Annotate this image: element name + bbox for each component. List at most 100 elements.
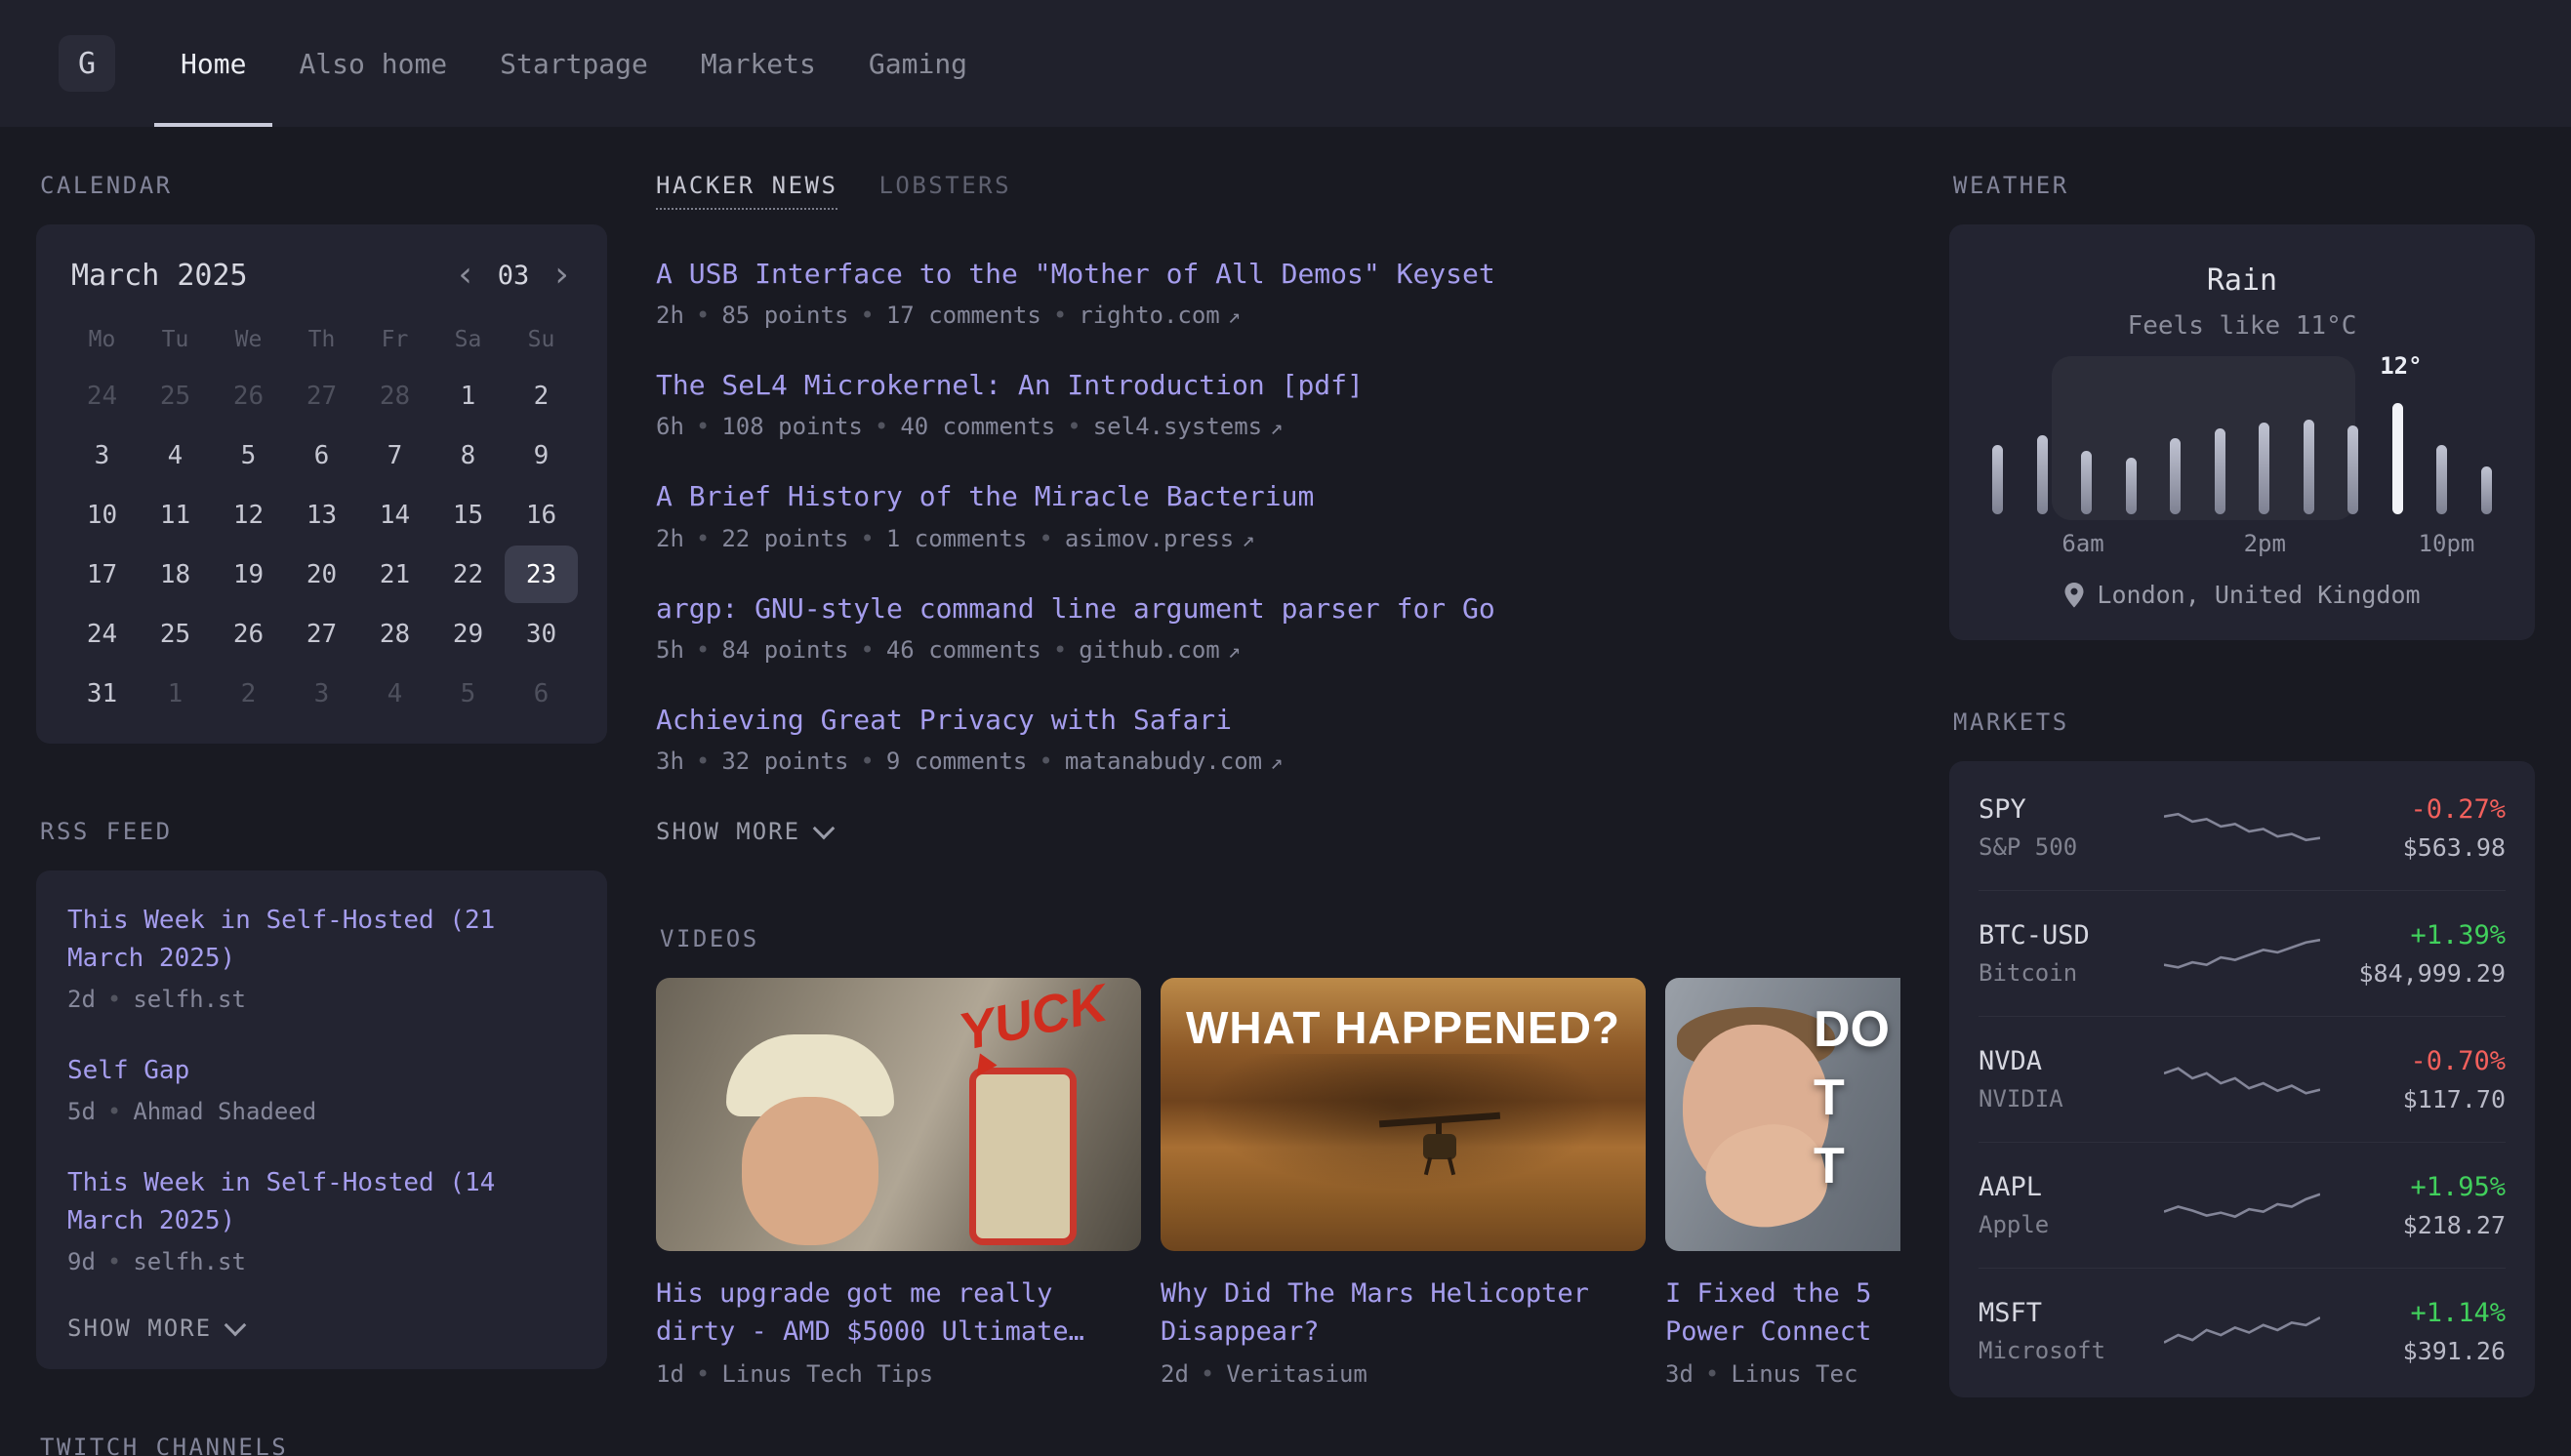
separator-dot: • (1053, 302, 1067, 329)
calendar-day: 29 (431, 605, 505, 663)
video-thumbnail[interactable]: WHAT HAPPENED? (1161, 978, 1646, 1251)
separator-dot: • (696, 413, 710, 440)
separator-dot: • (1039, 748, 1052, 775)
market-sparkline (2164, 798, 2320, 857)
nav-tab-home[interactable]: Home (154, 0, 272, 127)
app-logo[interactable]: G (59, 35, 115, 92)
market-ticker[interactable]: BTC-USD Bitcoin (1979, 920, 2164, 987)
separator-dot: • (696, 748, 710, 775)
market-change: -0.27% (2320, 794, 2506, 825)
calendar-day: 3 (65, 426, 139, 484)
tab-lobsters[interactable]: LOBSTERS (878, 172, 1011, 210)
video-age: 3d (1665, 1360, 1694, 1388)
news-item-source-link[interactable]: matanabudy.com↗ (1065, 748, 1284, 775)
news-item-source-link[interactable]: righto.com↗ (1079, 302, 1241, 329)
calendar-day: 1 (139, 665, 212, 722)
video-title[interactable]: Why Did The Mars Helicopter Disappear? (1161, 1274, 1646, 1351)
news-item-domain: sel4.systems (1093, 413, 1262, 440)
nav-tab-markets[interactable]: Markets (674, 0, 842, 127)
calendar-day: 27 (285, 367, 358, 425)
market-values: +1.14% $391.26 (2320, 1298, 2506, 1365)
calendar-day: 5 (212, 426, 285, 484)
video-channel: Veritasium (1226, 1360, 1367, 1388)
external-link-icon: ↗ (1270, 416, 1283, 440)
video-thumbnail[interactable]: YUCK ▼ (656, 978, 1141, 1251)
left-column: CALENDAR March 2025 ‹ 03 › MoTuWeThFrSaS… (36, 172, 607, 1456)
news-item-domain: righto.com (1079, 302, 1220, 329)
nav-tab-startpage[interactable]: Startpage (473, 0, 674, 127)
news-item-comments[interactable]: 46 comments (886, 636, 1041, 664)
market-ticker[interactable]: SPY S&P 500 (1979, 794, 2164, 861)
market-name: Bitcoin (1979, 959, 2164, 987)
news-item-comments[interactable]: 1 comments (886, 525, 1028, 552)
calendar-weekday-label: Mo (65, 318, 139, 361)
market-price: $84,999.29 (2320, 959, 2506, 988)
news-item-comments[interactable]: 40 comments (900, 413, 1055, 440)
market-ticker[interactable]: MSFT Microsoft (1979, 1298, 2164, 1364)
video-title[interactable]: I Fixed the 5 Power Connect (1665, 1274, 1900, 1351)
news-item-title[interactable]: Achieving Great Privacy with Safari (656, 704, 1232, 736)
show-more-label: SHOW MORE (67, 1314, 212, 1342)
sparkline-chart (2164, 924, 2320, 983)
market-price: $563.98 (2320, 833, 2506, 862)
weather-temp-bar (2347, 425, 2358, 514)
twitch-section: TWITCH CHANNELS (36, 1434, 607, 1456)
rss-item-title[interactable]: This Week in Self-Hosted (14 March 2025) (67, 1164, 576, 1240)
calendar-prev-button[interactable]: ‹ (455, 258, 476, 293)
calendar-nav: ‹ 03 › (455, 258, 572, 293)
video-title[interactable]: His upgrade got me really dirty - AMD $5… (656, 1274, 1141, 1351)
news-item-title[interactable]: argp: GNU-style command line argument pa… (656, 592, 1495, 625)
main-content: CALENDAR March 2025 ‹ 03 › MoTuWeThFrSaS… (0, 127, 2571, 1456)
news-item-title[interactable]: The SeL4 Microkernel: An Introduction [p… (656, 369, 1364, 401)
calendar-day: 30 (505, 605, 578, 663)
market-sparkline (2164, 1050, 2320, 1109)
market-ticker[interactable]: AAPL Apple (1979, 1172, 2164, 1238)
news-item-comments[interactable]: 17 comments (886, 302, 1041, 329)
news-item-domain: matanabudy.com (1065, 748, 1262, 775)
news-item-title[interactable]: A Brief History of the Miracle Bacterium (656, 480, 1314, 512)
market-ticker[interactable]: NVDA NVIDIA (1979, 1046, 2164, 1112)
rss-item-title[interactable]: Self Gap (67, 1052, 576, 1090)
rss-section: RSS FEED This Week in Self-Hosted (21 Ma… (36, 818, 607, 1369)
location-pin-icon (2063, 582, 2085, 609)
calendar-next-button[interactable]: › (551, 258, 572, 293)
separator-dot: • (696, 1360, 710, 1388)
calendar-day: 10 (65, 486, 139, 544)
market-sparkline (2164, 1176, 2320, 1234)
calendar-day: 26 (212, 367, 285, 425)
helicopter-shape (1379, 1114, 1500, 1183)
video-thumbnail[interactable]: DO T T (1665, 978, 1900, 1251)
news-item-source-link[interactable]: asimov.press↗ (1065, 525, 1255, 552)
sparkline-chart (2164, 1302, 2320, 1360)
weather-temp-bar (2215, 428, 2225, 514)
weather-widget: Rain Feels like 11°C 12° 6am2pm10pm Lond… (1949, 224, 2535, 640)
market-sparkline (2164, 924, 2320, 983)
market-symbol: MSFT (1979, 1298, 2164, 1328)
weather-feels-like: Feels like 11°C (1984, 311, 2500, 341)
rss-item-title[interactable]: This Week in Self-Hosted (21 March 2025) (67, 902, 576, 978)
calendar-month-number[interactable]: 03 (498, 261, 530, 291)
news-item: argp: GNU-style command line argument pa… (656, 589, 1900, 664)
market-values: -0.27% $563.98 (2320, 794, 2506, 862)
rss-show-more-button[interactable]: SHOW MORE (67, 1314, 243, 1342)
dashboard-page: G Home Also home Startpage Markets Gamin… (0, 0, 2571, 1456)
news-item-source-link[interactable]: github.com↗ (1079, 636, 1241, 664)
calendar-day: 21 (358, 546, 431, 603)
news-item-meta: 2h•85 points•17 comments•righto.com↗ (656, 302, 1900, 329)
news-item-comments[interactable]: 9 comments (886, 748, 1028, 775)
news-item-source-link[interactable]: sel4.systems ↗ (1093, 413, 1284, 440)
news-item-points: 22 points (721, 525, 848, 552)
news-item-age: 2h (656, 302, 684, 329)
news-item-title[interactable]: A USB Interface to the "Mother of All De… (656, 258, 1495, 290)
separator-dot: • (107, 986, 121, 1013)
news-tabs: HACKER NEWS LOBSTERS (656, 172, 1900, 210)
nav-tab-gaming[interactable]: Gaming (842, 0, 994, 127)
nav-tab-also-home[interactable]: Also home (272, 0, 473, 127)
separator-dot: • (860, 748, 874, 775)
weather-location-row: London, United Kingdom (1984, 581, 2500, 609)
calendar-weekday-label: Fr (358, 318, 431, 361)
news-item: The SeL4 Microkernel: An Introduction [p… (656, 366, 1900, 440)
market-sparkline (2164, 1302, 2320, 1360)
tab-hacker-news[interactable]: HACKER NEWS (656, 172, 837, 210)
news-show-more-button[interactable]: SHOW MORE (656, 818, 832, 845)
